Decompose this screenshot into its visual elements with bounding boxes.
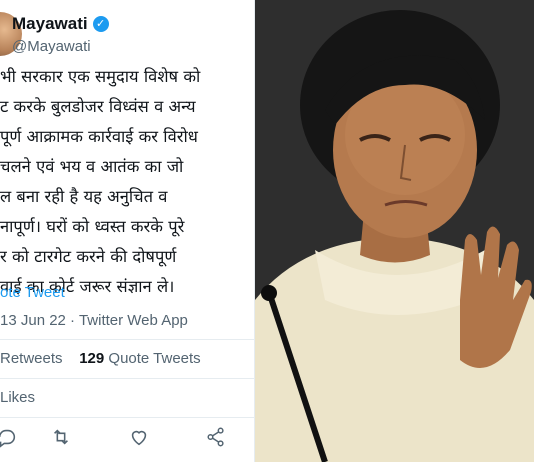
tweet-text-line: भी सरकार एक समुदाय विशेष को [0, 67, 201, 86]
tweet-text-line: चलने एवं भय व आतंक का जो [0, 157, 184, 176]
likes-link[interactable]: Likes [0, 389, 35, 406]
tweet-stats: Retweets 129 Quote Tweets [0, 350, 201, 367]
retweet-icon[interactable] [50, 426, 72, 448]
reply-icon[interactable] [0, 426, 18, 448]
speaker-photo-illustration [255, 0, 534, 462]
tweet-header: Mayawati ✓ @Mayawati [0, 12, 254, 62]
divider [0, 378, 254, 379]
tweet-action-bar [0, 424, 254, 452]
tweet-text-line: र को टारगेट करने की दोषपूर्ण [0, 247, 177, 266]
tweet-text-line: ल बना रही है यह अनुचित व [0, 187, 168, 206]
tweet-text-line: पूर्ण आक्रामक कार्रवाई कर विरोध [0, 127, 198, 146]
speaker-photo [255, 0, 534, 462]
retweets-link[interactable]: Retweets [0, 350, 63, 367]
tweet-card: Mayawati ✓ @Mayawati भी सरकार एक समुदाय … [0, 0, 255, 462]
tweet-text: भी सरकार एक समुदाय विशेष को ट करके बुलडो… [0, 62, 254, 302]
share-icon[interactable] [205, 426, 227, 448]
divider [0, 417, 254, 418]
name-row: Mayawati ✓ [12, 14, 109, 34]
display-name[interactable]: Mayawati [12, 14, 88, 34]
like-icon[interactable] [128, 426, 150, 448]
quote-tweets-link[interactable]: Quote Tweets [108, 350, 200, 367]
quote-tweets-count[interactable]: 129 [79, 350, 104, 367]
tweet-text-line: नापूर्ण। घरों को ध्वस्त करके पूरे [0, 217, 185, 236]
tweet-text-line: ट करके बुलडोजर विध्वंस व अन्य [0, 97, 196, 116]
user-handle[interactable]: @Mayawati [12, 38, 91, 55]
tweet-timestamp-source[interactable]: 13 Jun 22 · Twitter Web App [0, 312, 188, 329]
divider [0, 339, 254, 340]
quote-tweet-link[interactable]: ote Tweet [0, 284, 65, 301]
verified-badge-icon: ✓ [92, 16, 109, 32]
